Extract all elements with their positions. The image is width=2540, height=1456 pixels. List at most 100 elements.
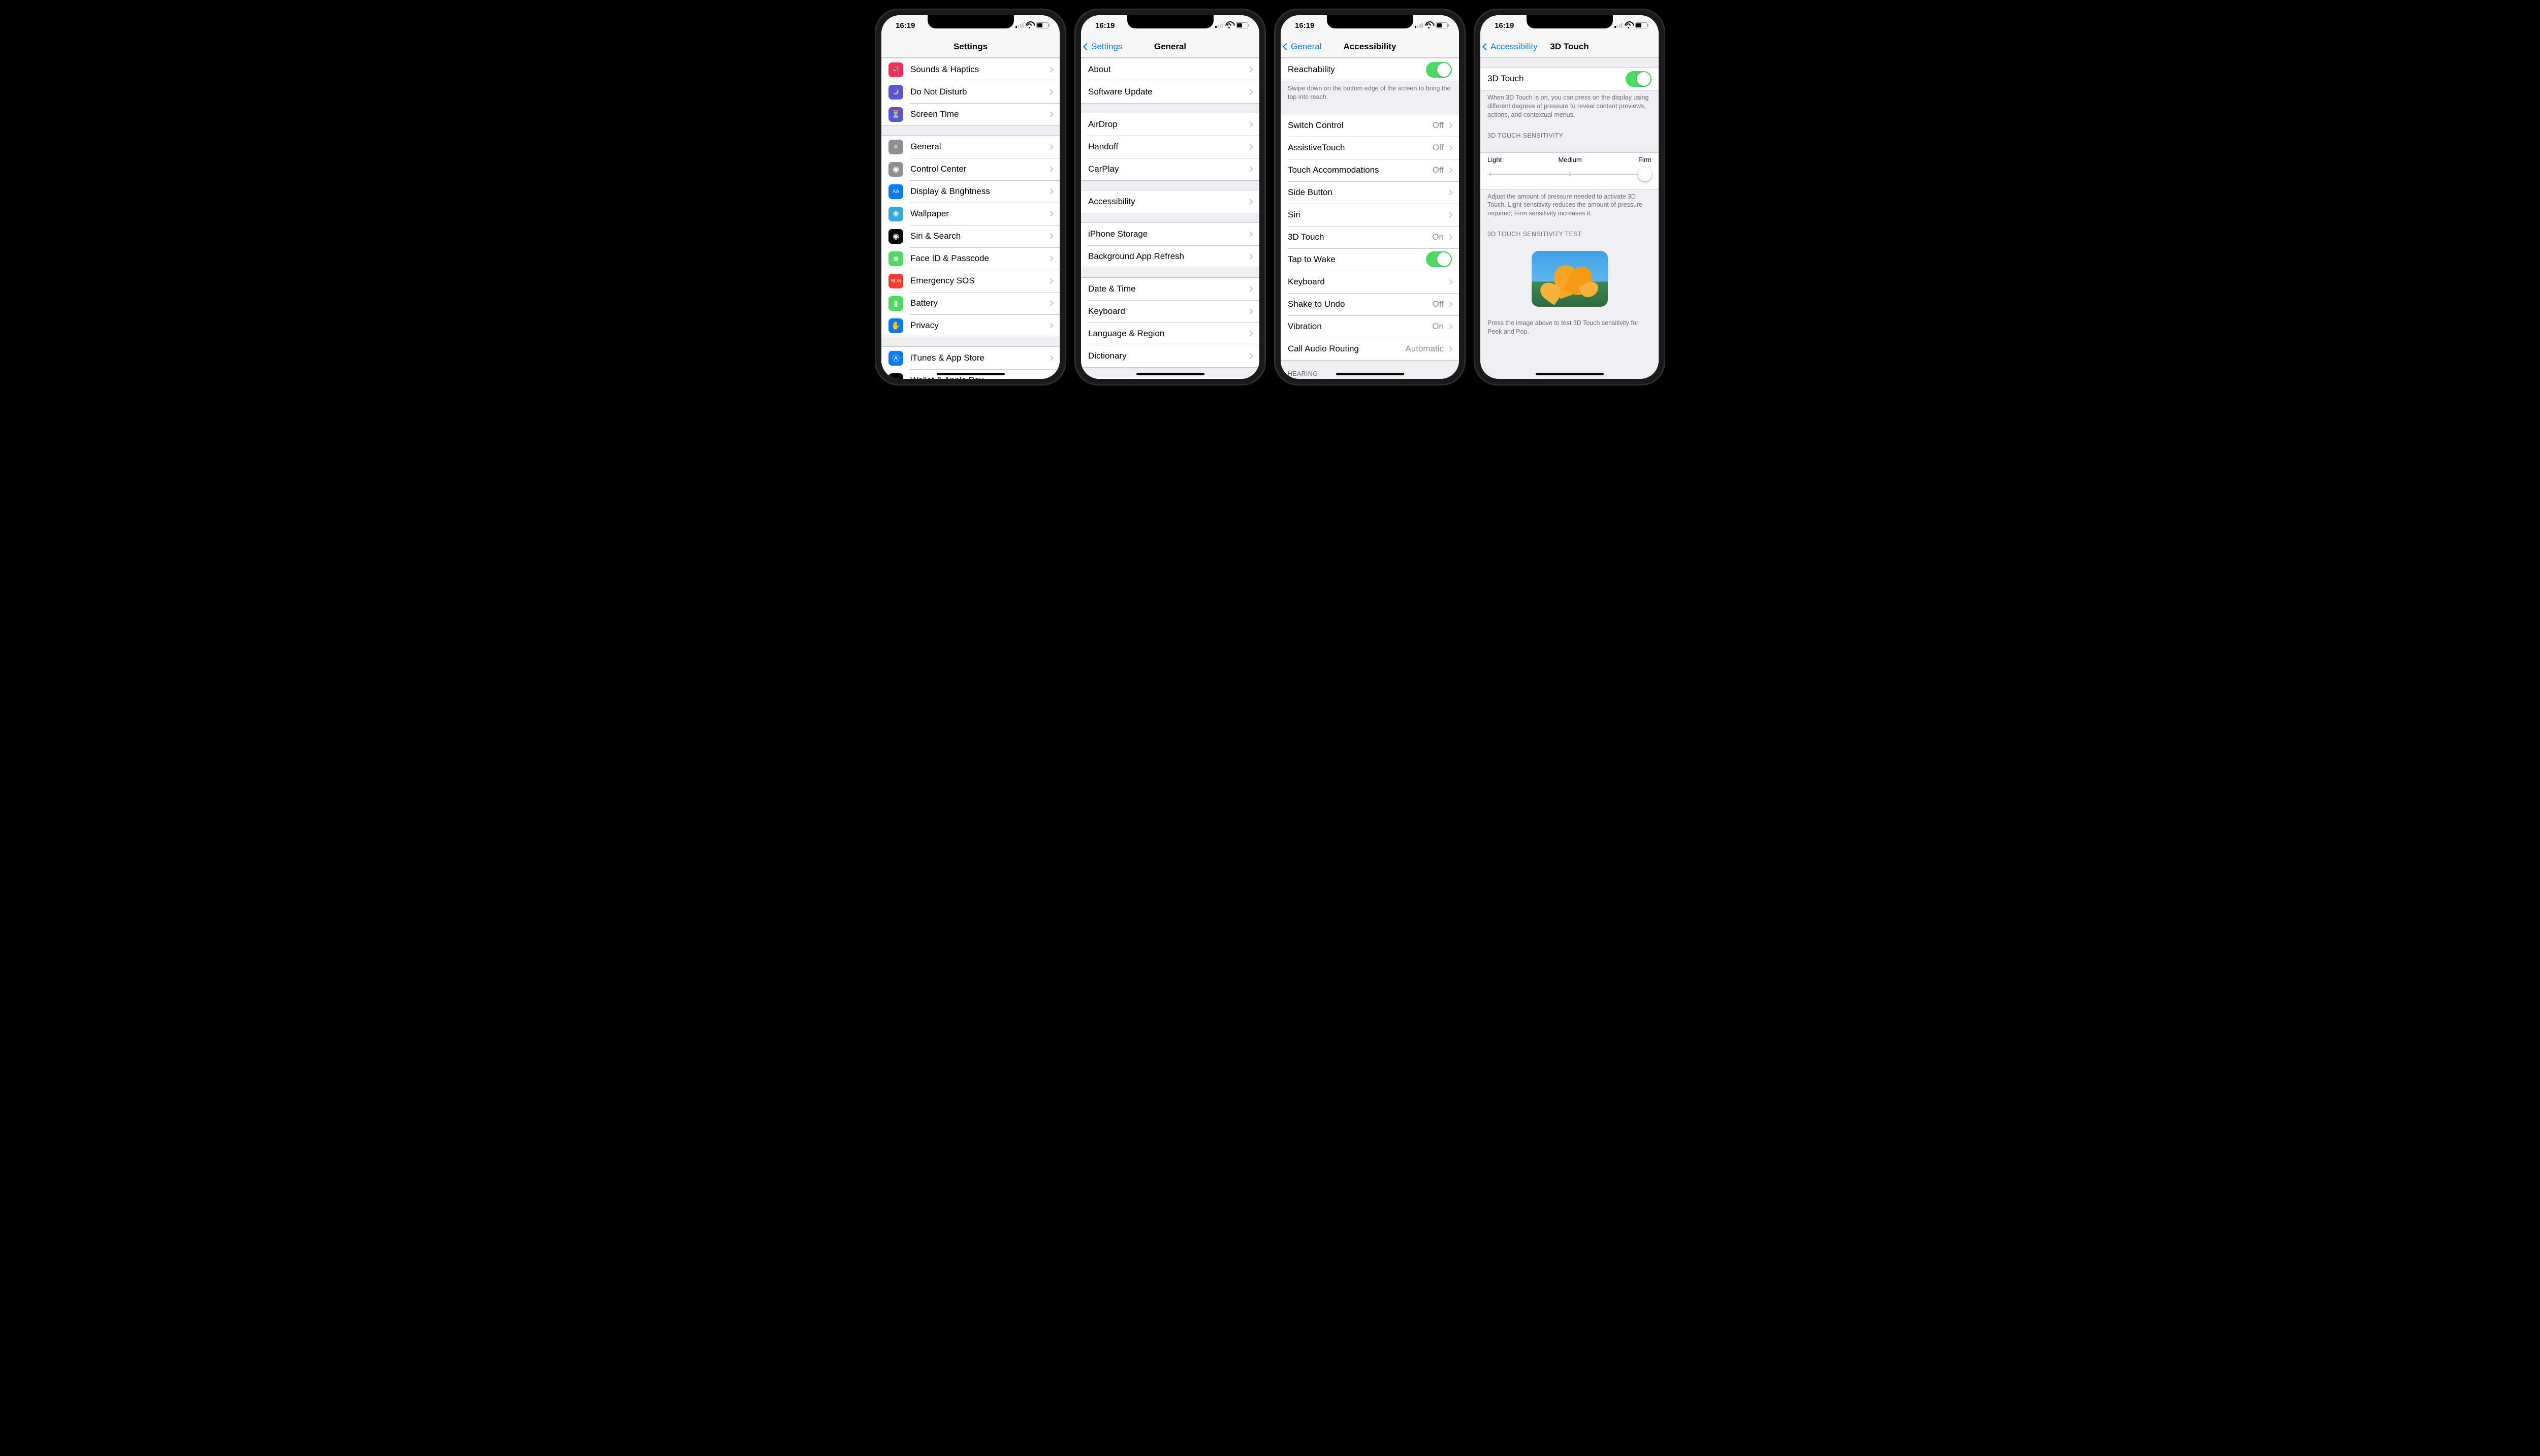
chevron-right-icon xyxy=(1247,166,1253,172)
settings-group: AirDrop HandoffCarPlay xyxy=(1081,113,1259,181)
settings-row[interactable]: Keyboard xyxy=(1081,300,1259,322)
slider-label: Firm xyxy=(1638,156,1652,164)
settings-row[interactable]: 🔊Sounds & Haptics xyxy=(881,58,1060,81)
chevron-right-icon xyxy=(1047,89,1053,94)
settings-row[interactable]: Date & Time xyxy=(1081,278,1259,300)
settings-row[interactable]: Shake to UndoOff xyxy=(1281,293,1459,315)
toggle-switch[interactable] xyxy=(1426,251,1452,267)
scroll-content[interactable]: 3D TouchWhen 3D Touch is on, you can pre… xyxy=(1480,58,1659,379)
settings-row[interactable]: iTunes Wi-Fi Sync xyxy=(1081,377,1259,379)
settings-row[interactable]: Language & Region xyxy=(1081,322,1259,345)
row-label: General xyxy=(910,142,1049,152)
cellular-icon xyxy=(1215,23,1224,28)
home-indicator[interactable] xyxy=(1336,373,1404,375)
row-label: Side Button xyxy=(1288,187,1448,198)
settings-row[interactable]: Background App Refresh xyxy=(1081,245,1259,268)
settings-row[interactable]: AssistiveTouchOff xyxy=(1281,137,1459,159)
toggle-switch[interactable] xyxy=(1626,71,1652,87)
row-icon: ▮ xyxy=(888,296,903,311)
settings-row[interactable]: Dictionary xyxy=(1081,345,1259,367)
home-indicator[interactable] xyxy=(937,373,1005,375)
row-value: On xyxy=(1432,321,1444,332)
row-value: Automatic xyxy=(1405,344,1444,354)
settings-row[interactable]: ◉Control Center xyxy=(881,158,1060,180)
wifi-icon xyxy=(1026,22,1034,28)
settings-row[interactable]: Accessibility xyxy=(1081,190,1259,213)
status-time: 16:19 xyxy=(896,21,915,30)
row-label: Reachability xyxy=(1288,64,1426,75)
settings-row[interactable]: AADisplay & Brightness xyxy=(881,180,1060,203)
slider-label: Medium xyxy=(1558,156,1581,164)
phone-frame: 16:19 Accessibility 3D Touch3D TouchWhen 3… xyxy=(1474,9,1665,385)
home-indicator[interactable] xyxy=(1136,373,1204,375)
settings-row[interactable]: ⒶiTunes & App Store xyxy=(881,347,1060,369)
settings-row[interactable]: ☻Face ID & Passcode xyxy=(881,247,1060,270)
row-label: Shake to Undo xyxy=(1288,299,1433,309)
settings-row[interactable]: Software Update xyxy=(1081,81,1259,103)
chevron-right-icon xyxy=(1247,231,1253,237)
settings-row[interactable]: ⏳Screen Time xyxy=(881,103,1060,125)
chevron-right-icon xyxy=(1247,308,1253,314)
chevron-right-icon xyxy=(1247,331,1253,336)
scroll-content[interactable]: ReachabilitySwipe down on the bottom edg… xyxy=(1281,58,1459,379)
back-button[interactable]: Accessibility xyxy=(1483,42,1538,52)
scroll-content[interactable]: AboutSoftware Update AirDrop HandoffCarPla… xyxy=(1081,58,1259,379)
status-time: 16:19 xyxy=(1495,21,1514,30)
settings-row[interactable]: SOSEmergency SOS xyxy=(881,270,1060,292)
group-header: HEARING xyxy=(1281,361,1459,379)
row-label: Background App Refresh xyxy=(1088,251,1248,262)
settings-row[interactable]: About xyxy=(1081,58,1259,81)
sensitivity-slider[interactable] xyxy=(1487,167,1652,182)
sensitivity-test-image[interactable] xyxy=(1532,251,1608,307)
scroll-content[interactable]: 🔊Sounds & Haptics🌙Do Not Disturb⏳Screen … xyxy=(881,58,1060,379)
row-icon: ◉ xyxy=(888,229,903,244)
settings-row: 3D Touch xyxy=(1480,68,1659,90)
back-label: Accessibility xyxy=(1490,42,1538,52)
cellular-icon xyxy=(1614,23,1623,28)
settings-row[interactable]: VibrationOn xyxy=(1281,315,1459,338)
settings-row[interactable]: ⚙︎General xyxy=(881,136,1060,158)
settings-row[interactable]: ❀Wallpaper xyxy=(881,203,1060,225)
settings-row[interactable]: Keyboard xyxy=(1281,271,1459,293)
slider-thumb[interactable] xyxy=(1638,167,1652,181)
settings-row[interactable]: ✋Privacy xyxy=(881,314,1060,337)
notch xyxy=(1327,15,1413,28)
settings-row[interactable]: Switch ControlOff xyxy=(1281,114,1459,137)
back-button[interactable]: General xyxy=(1284,42,1321,52)
battery-icon xyxy=(1236,22,1248,28)
row-label: Emergency SOS xyxy=(910,276,1049,286)
chevron-right-icon xyxy=(1047,188,1053,194)
back-button[interactable]: Settings xyxy=(1084,42,1122,52)
settings-row[interactable]: Side Button xyxy=(1281,181,1459,204)
cellular-icon xyxy=(1415,23,1423,28)
nav-title: General xyxy=(1154,42,1186,52)
settings-row[interactable]: iPhone Storage xyxy=(1081,223,1259,245)
chevron-right-icon xyxy=(1447,234,1452,240)
settings-row[interactable]: 3D TouchOn xyxy=(1281,226,1459,248)
settings-row[interactable]: ▮Battery xyxy=(881,292,1060,314)
chevron-right-icon xyxy=(1047,278,1053,283)
settings-row[interactable]: AirDrop xyxy=(1081,113,1259,136)
slider-label: Light xyxy=(1487,156,1502,164)
settings-row[interactable]: 🌙Do Not Disturb xyxy=(881,81,1060,103)
wifi-icon xyxy=(1226,22,1233,28)
home-indicator[interactable] xyxy=(1536,373,1604,375)
settings-row[interactable]: CarPlay xyxy=(1081,158,1259,180)
settings-row[interactable]: Handoff xyxy=(1081,136,1259,158)
row-value: On xyxy=(1432,232,1444,242)
row-label: AirDrop xyxy=(1088,119,1248,130)
group-footer: Adjust the amount of pressure needed to … xyxy=(1480,189,1659,221)
row-label: Privacy xyxy=(910,320,1049,331)
toggle-switch[interactable] xyxy=(1426,62,1452,78)
settings-group: Switch ControlOffAssistiveTouchOffTouch … xyxy=(1281,114,1459,361)
settings-row[interactable]: Touch AccommodationsOff xyxy=(1281,159,1459,181)
chevron-right-icon xyxy=(1447,301,1452,307)
chevron-left-icon xyxy=(1083,43,1090,50)
settings-row[interactable]: ◉Siri & Search xyxy=(881,225,1060,247)
chevron-right-icon xyxy=(1247,89,1253,94)
chevron-right-icon xyxy=(1447,212,1452,217)
settings-row[interactable]: Call Audio RoutingAutomatic xyxy=(1281,338,1459,360)
settings-row[interactable]: Siri xyxy=(1281,204,1459,226)
back-label: Settings xyxy=(1091,42,1122,52)
row-icon: ❀ xyxy=(888,207,903,221)
